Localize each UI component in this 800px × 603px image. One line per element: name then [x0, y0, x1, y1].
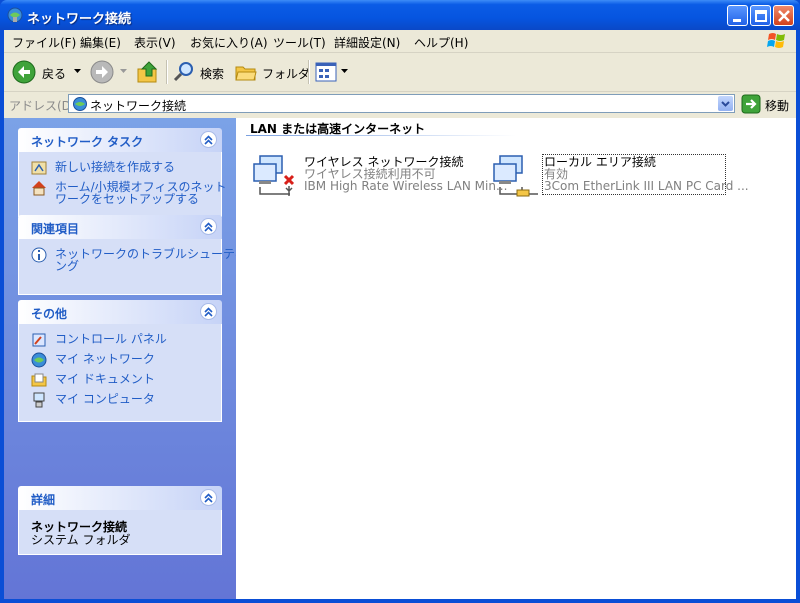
double-chevron-up-icon [204, 307, 213, 317]
up-folder-icon [137, 61, 158, 83]
details-type: システム フォルダ [31, 533, 131, 547]
title-bar[interactable]: ネットワーク接続 [0, 0, 800, 30]
details-panel: 詳細 ネットワーク接続 システム フォルダ [18, 486, 222, 555]
info-icon [31, 247, 47, 263]
maximize-button[interactable] [750, 5, 771, 26]
control-panel-icon [32, 333, 46, 347]
lan-network-icon [493, 155, 538, 197]
details-header[interactable]: 詳細 [18, 486, 222, 510]
menu-edit[interactable]: 編集(E) [80, 34, 121, 51]
minimize-button[interactable] [727, 5, 748, 26]
group-divider [246, 135, 516, 136]
network-connections-icon [73, 97, 87, 111]
chevron-down-icon [120, 69, 127, 73]
chevron-down-icon [721, 101, 730, 107]
task-pane: ネットワーク タスク 新しい接続を作成する ホーム/小規模オフィスのネット ワー… [4, 118, 246, 599]
address-dropdown-button[interactable] [718, 96, 733, 111]
go-arrow-icon [741, 94, 761, 114]
chevron-down-icon [341, 69, 348, 73]
network-tasks-panel: ネットワーク タスク 新しい接続を作成する ホーム/小規模オフィスのネット ワー… [18, 128, 226, 217]
back-button[interactable]: 戻る [12, 60, 84, 84]
search-button[interactable]: 検索 [172, 60, 230, 84]
back-arrow-icon [12, 60, 36, 84]
address-input[interactable]: ネットワーク接続 [68, 94, 735, 113]
forward-button[interactable] [90, 60, 130, 84]
content-area: ネットワーク タスク 新しい接続を作成する ホーム/小規模オフィスのネット ワー… [4, 118, 796, 599]
address-label: アドレス(D) [9, 99, 76, 113]
up-folder-button[interactable] [136, 60, 162, 84]
related-panel: 関連項目 ネットワークのトラブルシューティ ング [18, 215, 246, 295]
toolbar-separator [308, 60, 310, 84]
go-button[interactable]: 移動 [741, 94, 793, 114]
folders-button[interactable]: フォルダ [234, 60, 310, 84]
network-tasks-header[interactable]: ネットワーク タスク [18, 128, 222, 152]
windows-logo-icon [767, 33, 785, 48]
minimize-icon [733, 19, 741, 22]
wireless-network-icon [253, 155, 295, 196]
double-chevron-up-icon [204, 135, 213, 145]
search-icon [173, 62, 193, 82]
menu-file[interactable]: ファイル(F) [12, 34, 76, 51]
menu-help[interactable]: ヘルプ(H) [414, 34, 468, 51]
window-frame: ファイル(F) 編集(E) 表示(V) お気に入り(A) ツール(T) 詳細設定… [4, 30, 796, 599]
local-area-connection-item[interactable]: ローカル エリア接続 有効 3Com EtherLink III LAN PC … [492, 154, 749, 198]
double-chevron-up-icon [204, 222, 213, 232]
double-chevron-up-icon [204, 493, 213, 503]
globe-icon [31, 352, 47, 368]
menu-advanced[interactable]: 詳細設定(N) [334, 34, 400, 51]
file-view: LAN または高速インターネット ワイヤレス ネットワーク接続 ワイヤレス接続利… [236, 118, 796, 599]
related-header[interactable]: 関連項目 [18, 215, 222, 239]
chevron-down-icon [74, 69, 81, 73]
other-places-header[interactable]: その他 [18, 300, 222, 324]
collapse-button[interactable] [200, 218, 217, 235]
menu-favorites[interactable]: お気に入り(A) [190, 34, 268, 51]
toolbar: 戻る 検索 フォルダ [4, 53, 796, 92]
documents-folder-icon [31, 373, 47, 387]
connection-device: 3Com EtherLink III LAN PC Card ... [544, 179, 749, 193]
new-connection-icon [31, 161, 47, 175]
connection-device: IBM High Rate Wireless LAN Min... [304, 179, 508, 193]
home-icon [32, 181, 46, 196]
wireless-connection-item[interactable]: ワイヤレス ネットワーク接続 ワイヤレス接続利用不可 IBM High Rate… [252, 154, 507, 198]
close-icon [778, 10, 790, 22]
forward-arrow-icon [90, 60, 114, 84]
menu-bar: ファイル(F) 編集(E) 表示(V) お気に入り(A) ツール(T) 詳細設定… [4, 30, 796, 53]
address-value: ネットワーク接続 [90, 99, 187, 113]
other-places-panel: その他 コントロール パネル マイ ネットワーク マイ ドキュメント マイ コン… [18, 300, 222, 422]
views-icon [315, 62, 337, 82]
window-title: ネットワーク接続 [27, 12, 132, 27]
menu-tools[interactable]: ツール(T) [273, 34, 326, 51]
close-button[interactable] [773, 5, 794, 26]
window: ネットワーク接続 ファイル(F) 編集(E) 表示(V) お気に入り(A) ツー… [0, 0, 800, 603]
address-bar: アドレス(D) ネットワーク接続 移動 [4, 92, 796, 116]
maximize-icon [755, 10, 767, 22]
computer-icon [33, 392, 45, 408]
network-connections-icon [7, 7, 23, 23]
folder-icon [235, 66, 257, 81]
collapse-button[interactable] [200, 489, 217, 506]
menu-view[interactable]: 表示(V) [134, 34, 176, 51]
collapse-button[interactable] [200, 131, 217, 148]
views-button[interactable] [314, 60, 350, 84]
collapse-button[interactable] [200, 303, 217, 320]
toolbar-separator [166, 60, 168, 84]
